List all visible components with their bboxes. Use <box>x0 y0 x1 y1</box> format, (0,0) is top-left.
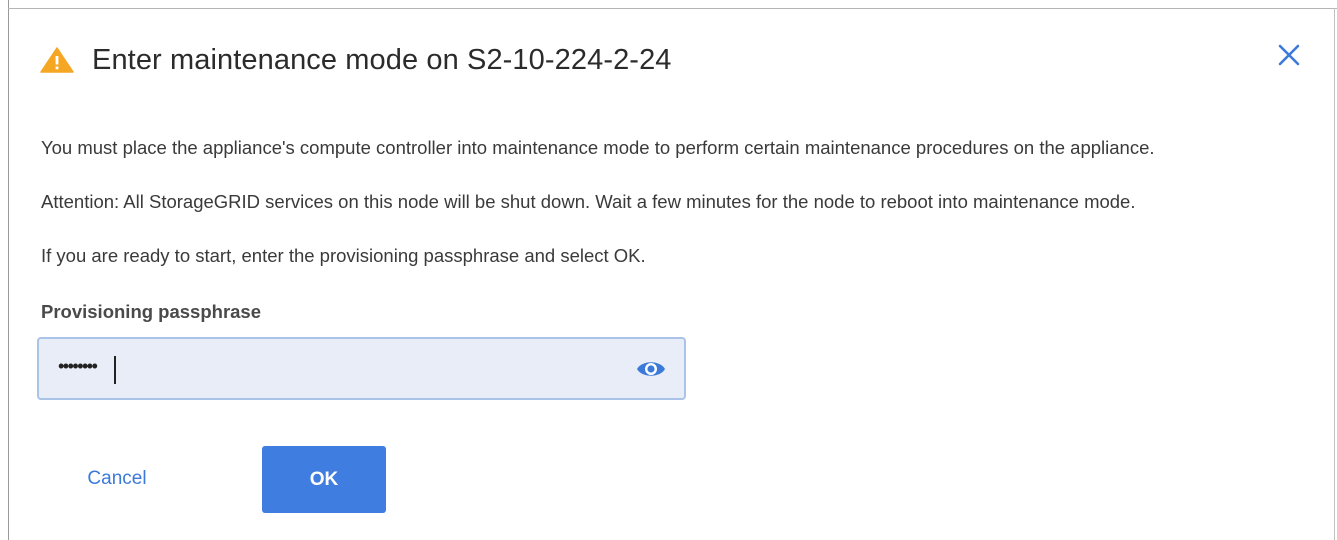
attention-paragraph: Attention: All StorageGRID services on t… <box>41 191 1136 212</box>
passphrase-field[interactable]: •••••••• <box>37 337 686 400</box>
text-caret <box>114 356 116 384</box>
frame-border-top <box>8 8 1337 9</box>
instruction-paragraph: If you are ready to start, enter the pro… <box>41 245 646 266</box>
close-icon[interactable] <box>1274 40 1304 70</box>
frame-border-left <box>8 0 9 540</box>
intro-paragraph: You must place the appliance's compute c… <box>41 137 1155 158</box>
passphrase-label: Provisioning passphrase <box>41 301 262 322</box>
warning-icon <box>40 47 74 73</box>
frame-border-right <box>1334 8 1335 540</box>
ok-button[interactable]: OK <box>262 446 386 513</box>
dialog-title: Enter maintenance mode on S2-10-224-2-24 <box>92 43 672 76</box>
passphrase-value: •••••••• <box>58 356 98 376</box>
eye-icon[interactable] <box>635 357 667 381</box>
cancel-button[interactable]: Cancel <box>72 462 162 496</box>
dialog-header: Enter maintenance mode on S2-10-224-2-24 <box>40 38 672 82</box>
